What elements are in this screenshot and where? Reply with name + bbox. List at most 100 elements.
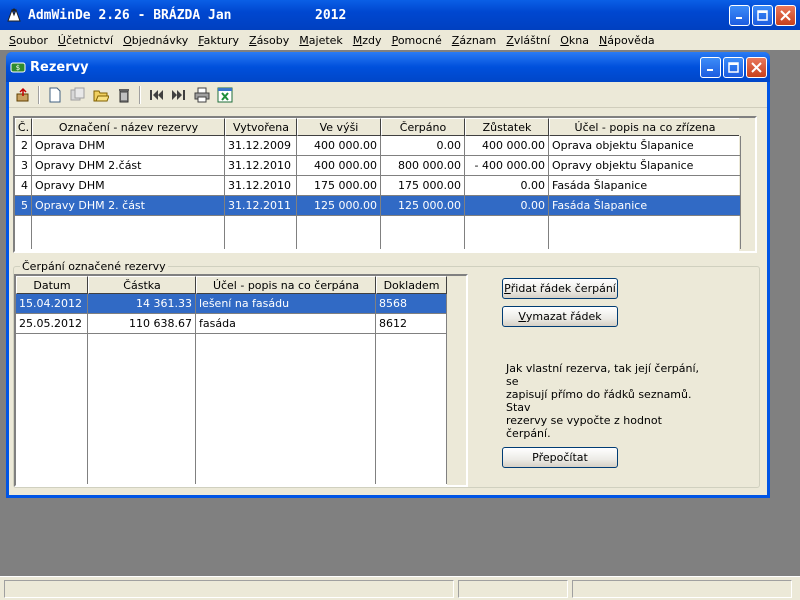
column-header-number[interactable]: Č.	[15, 118, 32, 136]
app-title: AdmWinDe 2.26 - BRÁZDA Jan	[28, 7, 232, 23]
menu-mzdy[interactable]: Mzdy	[348, 34, 387, 47]
cell-drawn[interactable]: 800 000.00	[381, 156, 465, 176]
last-record-icon	[172, 89, 185, 100]
add-drawing-row-button[interactable]: Přidat řádek čerpání	[502, 278, 618, 299]
maximize-button[interactable]	[752, 5, 773, 26]
cell-number[interactable]: 2	[15, 136, 32, 156]
cell-purpose[interactable]: Oprava objektu Šlapanice	[549, 136, 741, 156]
close-button[interactable]	[775, 5, 796, 26]
last-record-button[interactable]	[168, 84, 190, 106]
reserves-table-scroll-area[interactable]	[739, 118, 755, 251]
menu-soubor[interactable]: Soubor	[4, 34, 53, 47]
column-header-amount[interactable]: Ve výši	[297, 118, 381, 136]
reserves-window: $ Rezervy Č. Označení - název rezervy Vy…	[6, 52, 770, 498]
table-row-selected[interactable]: 15.04.2012 14 361.33 lešení na fasádu 85…	[16, 294, 447, 314]
cell-created[interactable]: 31.12.2011	[225, 196, 297, 216]
minimize-button[interactable]	[729, 5, 750, 26]
app-icon[interactable]	[6, 7, 22, 23]
copy-record-button[interactable]	[67, 84, 89, 106]
menu-pomocne[interactable]: Pomocné	[387, 34, 447, 47]
menu-zasoby[interactable]: Zásoby	[244, 34, 294, 47]
cell-name[interactable]: Opravy DHM	[32, 176, 225, 196]
cell-document[interactable]: 8568	[376, 294, 447, 314]
first-record-icon	[150, 89, 163, 100]
reserves-window-titlebar[interactable]: $ Rezervy	[6, 52, 770, 82]
cell-number[interactable]: 3	[15, 156, 32, 176]
cell-balance[interactable]: - 400 000.00	[465, 156, 549, 176]
delete-row-button[interactable]: Vymazat řádek	[502, 306, 618, 327]
cell-drawn[interactable]: 0.00	[381, 136, 465, 156]
cell-amount[interactable]: 14 361.33	[88, 294, 196, 314]
menu-okna[interactable]: Okna	[555, 34, 594, 47]
cell-balance[interactable]: 0.00	[465, 196, 549, 216]
cell-purpose[interactable]: Fasáda Šlapanice	[549, 176, 741, 196]
cell-amount[interactable]: 400 000.00	[297, 156, 381, 176]
menu-faktury[interactable]: Faktury	[193, 34, 244, 47]
window-minimize-button[interactable]	[700, 57, 721, 78]
cell-amount[interactable]: 400 000.00	[297, 136, 381, 156]
cell-amount[interactable]: 175 000.00	[297, 176, 381, 196]
cell-number[interactable]: 4	[15, 176, 32, 196]
window-maximize-button[interactable]	[723, 57, 744, 78]
export-button[interactable]	[12, 84, 34, 106]
column-header-drawn[interactable]: Čerpáno	[381, 118, 465, 136]
table-row[interactable]: 25.05.2012 110 638.67 fasáda 8612	[16, 314, 447, 334]
table-row-selected[interactable]: 5 Opravy DHM 2. část 31.12.2011 125 000.…	[15, 196, 741, 216]
cell-purpose[interactable]: lešení na fasádu	[196, 294, 376, 314]
cell-purpose[interactable]: Opravy objektu Šlapanice	[549, 156, 741, 176]
column-header-document[interactable]: Dokladem	[376, 276, 447, 294]
recalculate-button[interactable]: Přepočítat	[502, 447, 618, 468]
open-folder-button[interactable]	[90, 84, 112, 106]
reserves-window-body: Č. Označení - název rezervy Vytvořena Ve…	[9, 82, 767, 495]
cell-name[interactable]: Opravy DHM 2.část	[32, 156, 225, 176]
cell-created[interactable]: 31.12.2010	[225, 156, 297, 176]
menu-zvlastni[interactable]: Zvláštní	[501, 34, 555, 47]
menu-majetek[interactable]: Majetek	[294, 34, 348, 47]
excel-export-button[interactable]	[214, 84, 236, 106]
cell-drawn[interactable]: 175 000.00	[381, 176, 465, 196]
table-row[interactable]: 3 Opravy DHM 2.část 31.12.2010 400 000.0…	[15, 156, 741, 176]
drawings-group-label: Čerpání označené rezervy	[20, 260, 168, 273]
cell-name[interactable]: Oprava DHM	[32, 136, 225, 156]
cell-name[interactable]: Opravy DHM 2. část	[32, 196, 225, 216]
delete-button[interactable]	[113, 84, 135, 106]
menu-zaznam[interactable]: Záznam	[447, 34, 502, 47]
first-record-button[interactable]	[145, 84, 167, 106]
cell-document[interactable]: 8612	[376, 314, 447, 334]
reserves-table-body: 2 Oprava DHM 31.12.2009 400 000.00 0.00 …	[15, 136, 741, 249]
column-header-purpose[interactable]: Účel - popis na co zřízena	[549, 118, 741, 136]
cell-amount[interactable]: 125 000.00	[297, 196, 381, 216]
column-header-purpose[interactable]: Účel - popis na co čerpána	[196, 276, 376, 294]
cell-amount[interactable]: 110 638.67	[88, 314, 196, 334]
drawings-table: Datum Částka Účel - popis na co čerpána …	[14, 274, 468, 487]
copy-record-icon	[70, 87, 85, 100]
cell-number[interactable]: 5	[15, 196, 32, 216]
menu-objednavky[interactable]: Objednávky	[118, 34, 193, 47]
status-pane	[4, 580, 454, 598]
cell-created[interactable]: 31.12.2009	[225, 136, 297, 156]
cell-balance[interactable]: 0.00	[465, 176, 549, 196]
column-header-balance[interactable]: Zůstatek	[465, 118, 549, 136]
new-record-button[interactable]	[44, 84, 66, 106]
menu-ucetnictvi[interactable]: Účetnictví	[53, 34, 118, 47]
cell-date[interactable]: 15.04.2012	[16, 294, 88, 314]
column-header-amount[interactable]: Částka	[88, 276, 196, 294]
menu-napoveda[interactable]: Nápověda	[594, 34, 660, 47]
drawings-table-scroll-area[interactable]	[447, 276, 466, 485]
window-close-button[interactable]	[746, 57, 767, 78]
cell-created[interactable]: 31.12.2010	[225, 176, 297, 196]
cell-drawn[interactable]: 125 000.00	[381, 196, 465, 216]
column-header-created[interactable]: Vytvořena	[225, 118, 297, 136]
cell-date[interactable]: 25.05.2012	[16, 314, 88, 334]
cell-balance[interactable]: 400 000.00	[465, 136, 549, 156]
table-row[interactable]: 4 Opravy DHM 31.12.2010 175 000.00 175 0…	[15, 176, 741, 196]
reserves-window-title: Rezervy	[30, 59, 89, 75]
column-header-date[interactable]: Datum	[16, 276, 88, 294]
table-row[interactable]: 2 Oprava DHM 31.12.2009 400 000.00 0.00 …	[15, 136, 741, 156]
print-button[interactable]	[191, 84, 213, 106]
info-text-line: Jak vlastní rezerva, tak její čerpání, s…	[506, 362, 700, 388]
column-header-name[interactable]: Označení - název rezervy	[32, 118, 225, 136]
cell-purpose[interactable]: fasáda	[196, 314, 376, 334]
cell-purpose[interactable]: Fasáda Šlapanice	[549, 196, 741, 216]
maximize-icon	[757, 10, 768, 21]
